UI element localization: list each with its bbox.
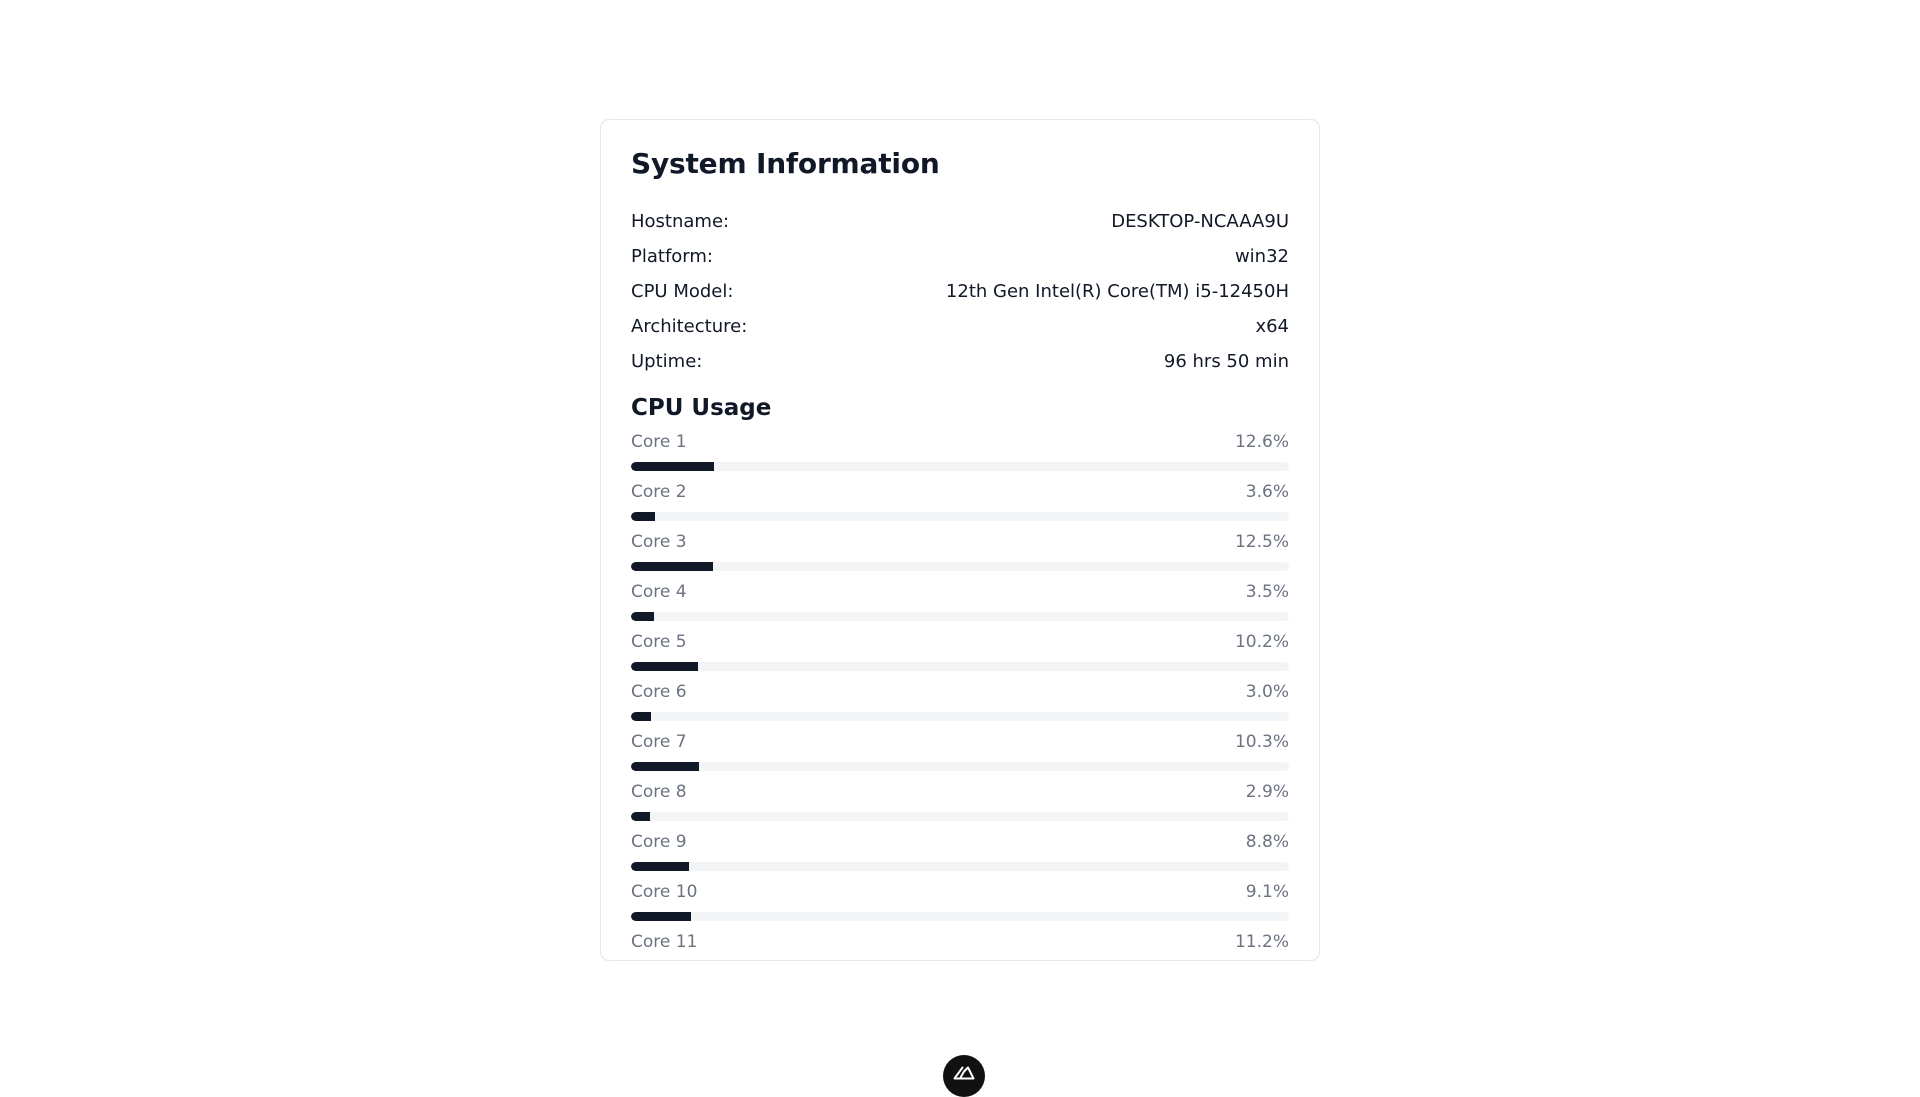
core-row: Core 2 3.6% — [631, 480, 1289, 530]
core-label: Core 4 — [631, 582, 687, 602]
core-label: Core 9 — [631, 832, 687, 852]
core-header: Core 7 10.3% — [631, 730, 1289, 754]
core-label: Core 8 — [631, 782, 687, 802]
core-value: 2.9% — [1245, 782, 1289, 802]
core-progress-fill — [631, 762, 699, 771]
core-progress-track — [631, 512, 1289, 521]
core-row: Core 1 12.6% — [631, 430, 1289, 480]
info-label: Hostname: — [631, 211, 730, 232]
core-value: 12.6% — [1234, 432, 1289, 452]
info-row-cpu-model: CPU Model: 12th Gen Intel(R) Core(TM) i5… — [631, 274, 1289, 309]
core-label: Core 11 — [631, 932, 698, 952]
core-progress-fill — [631, 862, 689, 871]
core-progress-track — [631, 662, 1289, 671]
core-progress-fill — [631, 912, 691, 921]
core-progress-track — [631, 562, 1289, 571]
core-row: Core 6 3.0% — [631, 680, 1289, 730]
core-progress-fill — [631, 712, 651, 721]
core-row: Core 4 3.5% — [631, 580, 1289, 630]
core-list: Core 1 12.6% Core 2 3.6% Core 3 12.5% Co… — [631, 430, 1289, 960]
info-value: DESKTOP-NCAAA9U — [1111, 211, 1289, 232]
core-header: Core 6 3.0% — [631, 680, 1289, 704]
core-row: Core 3 12.5% — [631, 530, 1289, 580]
info-label: Uptime: — [631, 351, 703, 372]
core-row: Core 7 10.3% — [631, 730, 1289, 780]
core-header: Core 2 3.6% — [631, 480, 1289, 504]
page-title: System Information — [631, 147, 940, 180]
core-progress-track — [631, 612, 1289, 621]
core-label: Core 5 — [631, 632, 687, 652]
core-header: Core 5 10.2% — [631, 630, 1289, 654]
core-value: 12.5% — [1234, 532, 1289, 552]
core-progress-track — [631, 762, 1289, 771]
core-row: Core 9 8.8% — [631, 830, 1289, 880]
core-row: Core 8 2.9% — [631, 780, 1289, 830]
core-header: Core 11 11.2% — [631, 930, 1289, 954]
core-progress-track — [631, 812, 1289, 821]
cpu-usage-heading: CPU Usage — [631, 395, 772, 421]
core-row: Core 5 10.2% — [631, 630, 1289, 680]
core-header: Core 9 8.8% — [631, 830, 1289, 854]
info-value: 96 hrs 50 min — [1163, 351, 1289, 372]
core-progress-track — [631, 462, 1289, 471]
core-value: 3.0% — [1245, 682, 1289, 702]
info-value: x64 — [1255, 316, 1289, 337]
info-row-platform: Platform: win32 — [631, 239, 1289, 274]
core-label: Core 3 — [631, 532, 687, 552]
core-progress-fill — [631, 812, 651, 821]
core-progress-track — [631, 912, 1289, 921]
core-value: 9.1% — [1245, 882, 1289, 902]
info-label: CPU Model: — [631, 281, 734, 302]
core-progress-track — [631, 712, 1289, 721]
info-label: Platform: — [631, 246, 713, 267]
core-label: Core 2 — [631, 482, 687, 502]
core-header: Core 8 2.9% — [631, 780, 1289, 804]
core-value: 10.3% — [1234, 732, 1289, 752]
core-label: Core 1 — [631, 432, 687, 452]
system-info-card: System Information Hostname: DESKTOP-NCA… — [600, 119, 1320, 961]
core-row: Core 11 11.2% — [631, 930, 1289, 960]
core-progress-fill — [631, 462, 714, 471]
info-label: Architecture: — [631, 316, 748, 337]
info-value: win32 — [1234, 246, 1289, 267]
core-value: 10.2% — [1234, 632, 1289, 652]
core-label: Core 10 — [631, 882, 698, 902]
core-value: 11.2% — [1234, 932, 1289, 952]
info-row-uptime: Uptime: 96 hrs 50 min — [631, 344, 1289, 379]
core-progress-fill — [631, 662, 699, 671]
info-row-hostname: Hostname: DESKTOP-NCAAA9U — [631, 204, 1289, 239]
core-progress-track — [631, 862, 1289, 871]
core-header: Core 3 12.5% — [631, 530, 1289, 554]
core-label: Core 7 — [631, 732, 687, 752]
info-list: Hostname: DESKTOP-NCAAA9U Platform: win3… — [631, 204, 1289, 379]
nuxt-logo-icon — [953, 1066, 975, 1080]
core-label: Core 6 — [631, 682, 687, 702]
info-row-architecture: Architecture: x64 — [631, 309, 1289, 344]
info-value: 12th Gen Intel(R) Core(TM) i5-12450H — [945, 281, 1289, 302]
core-header: Core 1 12.6% — [631, 430, 1289, 454]
core-progress-fill — [631, 612, 655, 621]
core-row: Core 10 9.1% — [631, 880, 1289, 930]
core-progress-fill — [631, 562, 714, 571]
core-value: 3.5% — [1245, 582, 1289, 602]
core-value: 3.6% — [1245, 482, 1289, 502]
nuxt-devtools-button[interactable] — [943, 1055, 985, 1097]
core-header: Core 4 3.5% — [631, 580, 1289, 604]
core-value: 8.8% — [1245, 832, 1289, 852]
core-header: Core 10 9.1% — [631, 880, 1289, 904]
core-progress-fill — [631, 512, 655, 521]
